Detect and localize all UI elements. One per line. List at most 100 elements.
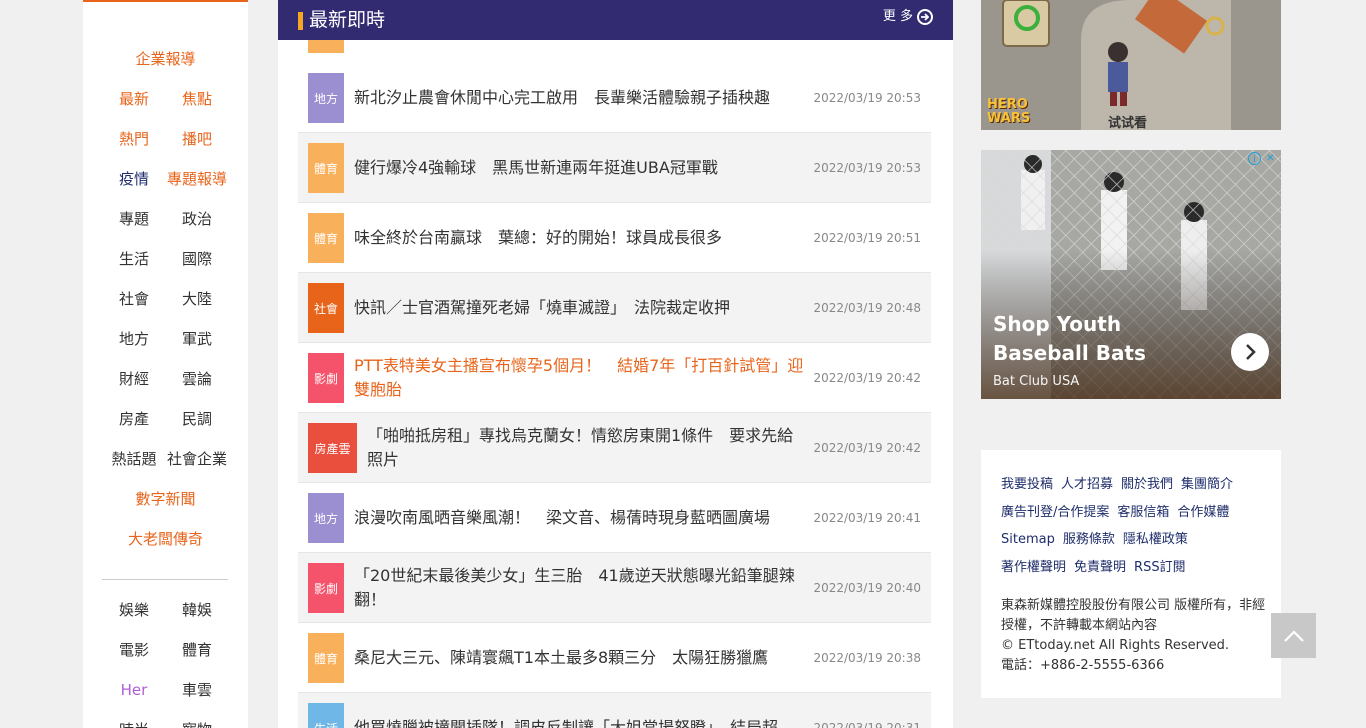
news-item[interactable]: 生活他買燒臘被撞開插隊！調皮反制讓「大姐當場怒瞪」 結局超 2022/03/19 … (298, 693, 931, 728)
sidebar-row: 疫情 專題報導 (83, 169, 248, 189)
sidebar-item[interactable]: 大老闆傳奇 (83, 529, 248, 549)
category-tag[interactable]: 社會 (308, 283, 344, 333)
sidebar-item[interactable]: 社會企業 (162, 449, 232, 469)
news-headline-link[interactable]: 快訊／士官酒駕撞死老婦「燒車滅證」 法院裁定收押 (354, 273, 804, 343)
category-tag[interactable]: 影劇 (308, 563, 344, 613)
sidebar-item[interactable]: 專題 (99, 209, 169, 229)
sidebar-item[interactable]: 播吧 (162, 129, 232, 149)
site-footer-links: 我要投稿 人才招募 關於我們 集團簡介 廣告刊登/合作提案 客服信箱 合作媒體 Sitemap… (981, 450, 1281, 698)
sidebar-item[interactable]: Her (99, 680, 169, 700)
news-timestamp: 2022/03/19 20:42 (813, 371, 921, 385)
footer-link[interactable]: RSS訂閱 (1134, 560, 1186, 575)
news-headline-link[interactable]: 他買燒臘被撞開插隊！調皮反制讓「大姐當場怒瞪」 結局超 (354, 693, 804, 728)
category-tag[interactable]: 影劇 (308, 353, 344, 403)
news-item[interactable]: 影劇 PTT表特美女主播宣布懷孕5個月！ 結婚7年「打百針試管」迎雙胞胎 2022/… (298, 343, 931, 413)
arrow-right-circle-icon (917, 9, 933, 25)
sidebar-row: 最新 焦點 (83, 89, 248, 109)
sidebar-item[interactable]: 疫情 (99, 169, 169, 189)
news-item[interactable]: 影劇 「20世紀末最後美少女」生三胎 41歲逆天狀態曝光鉛筆腿辣翻！ 2022/03… (298, 553, 931, 623)
footer-link[interactable]: 合作媒體 (1177, 505, 1229, 520)
sidebar-item[interactable]: 車雲 (162, 680, 232, 700)
news-item[interactable]: 體育 桑尼大三元、陳靖寰飆T1本土最多8顆三分 太陽狂勝獵鷹 2022/03/19 … (298, 623, 931, 693)
news-item[interactable]: 房產雲 「啪啪抵房租」專找烏克蘭女！情慾房東開1條件 要求先給照片 2022/03/… (298, 413, 931, 483)
news-timestamp: 2022/03/19 20:31 (813, 721, 921, 728)
info-icon[interactable]: i (1248, 152, 1261, 165)
chevron-right-icon[interactable] (1231, 333, 1269, 371)
news-item[interactable]: 地方 新北汐止農會休閒中心完工啟用 長輩樂活體驗親子插秧趣 2022/03/19 2… (298, 63, 931, 133)
footer-link[interactable]: 隱私權政策 (1123, 532, 1188, 547)
sidebar-item[interactable]: 體育 (162, 640, 232, 660)
sidebar-item[interactable]: 焦點 (162, 89, 232, 109)
news-timestamp: 2022/03/19 20:41 (813, 511, 921, 525)
footer-link[interactable]: 人才招募 (1061, 477, 1113, 492)
sidebar-item[interactable]: 熱話題 (99, 449, 169, 469)
copyright-line: © ETtoday.net All Rights Reserved. (1001, 638, 1230, 653)
sidebar-item[interactable]: 大陸 (162, 289, 232, 309)
footer-link[interactable]: 我要投稿 (1001, 477, 1053, 492)
news-headline-link[interactable]: 「20世紀末最後美少女」生三胎 41歲逆天狀態曝光鉛筆腿辣翻！ (354, 553, 804, 623)
footer-link[interactable]: 服務條款 (1063, 532, 1115, 547)
news-headline-link[interactable]: PTT表特美女主播宣布懷孕5個月！ 結婚7年「打百針試管」迎雙胞胎 (354, 343, 804, 413)
sidebar-item[interactable]: 民調 (162, 409, 232, 429)
category-tag[interactable]: 地方 (308, 73, 344, 123)
sidebar-item[interactable]: 社會 (99, 289, 169, 309)
sidebar-item[interactable]: 企業報導 (83, 49, 248, 69)
footer-link[interactable]: 著作權聲明 (1001, 560, 1066, 575)
sidebar-item[interactable]: 時尚 (99, 720, 169, 728)
game-ad-cta[interactable]: 试试看 (1108, 112, 1147, 130)
footer-links-row: 我要投稿 人才招募 關於我們 集團簡介 (1001, 476, 1241, 494)
sidebar-divider (102, 579, 228, 580)
category-tag[interactable]: 地方 (308, 493, 344, 543)
latest-news-panel: 最新即時 更 多 地方 新北汐止農會休閒中心完工啟用 長輩樂活體驗親子插秧趣 202… (278, 0, 953, 728)
ad-choices[interactable]: i ✕ (1248, 152, 1277, 165)
sidebar-row: 熱話題 社會企業 (83, 449, 248, 469)
sidebar-item[interactable]: 雲論 (162, 369, 232, 389)
news-headline-link[interactable]: 浪漫吹南風晒音樂風潮！ 梁文音、楊蒨時現身藍晒圖廣場 (354, 483, 804, 553)
baseball-ad-banner[interactable]: i ✕ Shop Youth Baseball Bats Bat Club US… (981, 150, 1281, 399)
game-ad-banner[interactable]: HERO WARS 试试看 (981, 0, 1281, 130)
sidebar-item[interactable]: 娛樂 (99, 600, 169, 620)
news-headline-link[interactable]: 味全終於台南贏球 葉總：好的開始！球員成長很多 (354, 203, 804, 273)
sidebar-item[interactable]: 熱門 (99, 129, 169, 149)
news-headline-link[interactable]: 「啪啪抵房租」專找烏克蘭女！情慾房東開1條件 要求先給照片 (367, 413, 804, 483)
category-tag[interactable]: 體育 (308, 633, 344, 683)
news-headline-link[interactable]: 桑尼大三元、陳靖寰飆T1本土最多8顆三分 太陽狂勝獵鷹 (354, 623, 804, 693)
back-to-top-button[interactable] (1271, 613, 1316, 658)
category-tag[interactable]: 房產雲 (308, 423, 357, 473)
sidebar-item[interactable]: 專題報導 (162, 169, 232, 189)
more-link[interactable]: 更 多 (883, 8, 933, 26)
header-accent-bar (298, 12, 303, 30)
news-item[interactable]: 地方 浪漫吹南風晒音樂風潮！ 梁文音、楊蒨時現身藍晒圖廣場 2022/03/19 2… (298, 483, 931, 553)
news-item[interactable]: 體育 健行爆冷4強輸球 黑馬世新連兩年挺進UBA冠軍戰 2022/03/19 20:… (298, 133, 931, 203)
footer-link[interactable]: 免責聲明 (1074, 560, 1126, 575)
game-ad-brand: HERO WARS (987, 97, 1031, 126)
sidebar-item[interactable]: 國際 (162, 249, 232, 269)
category-tag[interactable]: 體育 (308, 213, 344, 263)
sidebar-item[interactable]: 財經 (99, 369, 169, 389)
footer-link[interactable]: 關於我們 (1121, 477, 1173, 492)
sidebar-item[interactable]: 電影 (99, 640, 169, 660)
sidebar-item[interactable]: 數字新聞 (83, 489, 248, 509)
sidebar-item[interactable]: 政治 (162, 209, 232, 229)
sidebar-item[interactable]: 韓娛 (162, 600, 232, 620)
sidebar-item[interactable]: 地方 (99, 329, 169, 349)
news-headline-link[interactable]: 新北汐止農會休閒中心完工啟用 長輩樂活體驗親子插秧趣 (354, 63, 804, 133)
sidebar-item[interactable]: 寵物 (162, 720, 232, 728)
close-icon[interactable]: ✕ (1264, 152, 1277, 165)
category-tag[interactable]: 體育 (308, 143, 344, 193)
news-timestamp: 2022/03/19 20:38 (813, 651, 921, 665)
news-headline-link[interactable]: 健行爆冷4強輸球 黑馬世新連兩年挺進UBA冠軍戰 (354, 133, 804, 203)
sidebar-item[interactable]: 房產 (99, 409, 169, 429)
category-tag[interactable]: 生活 (308, 703, 344, 728)
news-item[interactable]: 體育 味全終於台南贏球 葉總：好的開始！球員成長很多 2022/03/19 20:5… (298, 203, 931, 273)
footer-link[interactable]: Sitemap (1001, 532, 1055, 547)
news-item[interactable]: 社會 快訊／士官酒駕撞死老婦「燒車滅證」 法院裁定收押 2022/03/19 20:… (298, 273, 931, 343)
sidebar-row: 娛樂 韓娛 (83, 600, 248, 620)
footer-link[interactable]: 客服信箱 (1117, 505, 1169, 520)
sidebar-item[interactable]: 最新 (99, 89, 169, 109)
footer-link[interactable]: 集團簡介 (1181, 477, 1233, 492)
sidebar-item[interactable]: 軍武 (162, 329, 232, 349)
news-timestamp: 2022/03/19 20:53 (813, 91, 921, 105)
footer-link[interactable]: 廣告刊登/合作提案 (1001, 505, 1109, 520)
sidebar-item[interactable]: 生活 (99, 249, 169, 269)
